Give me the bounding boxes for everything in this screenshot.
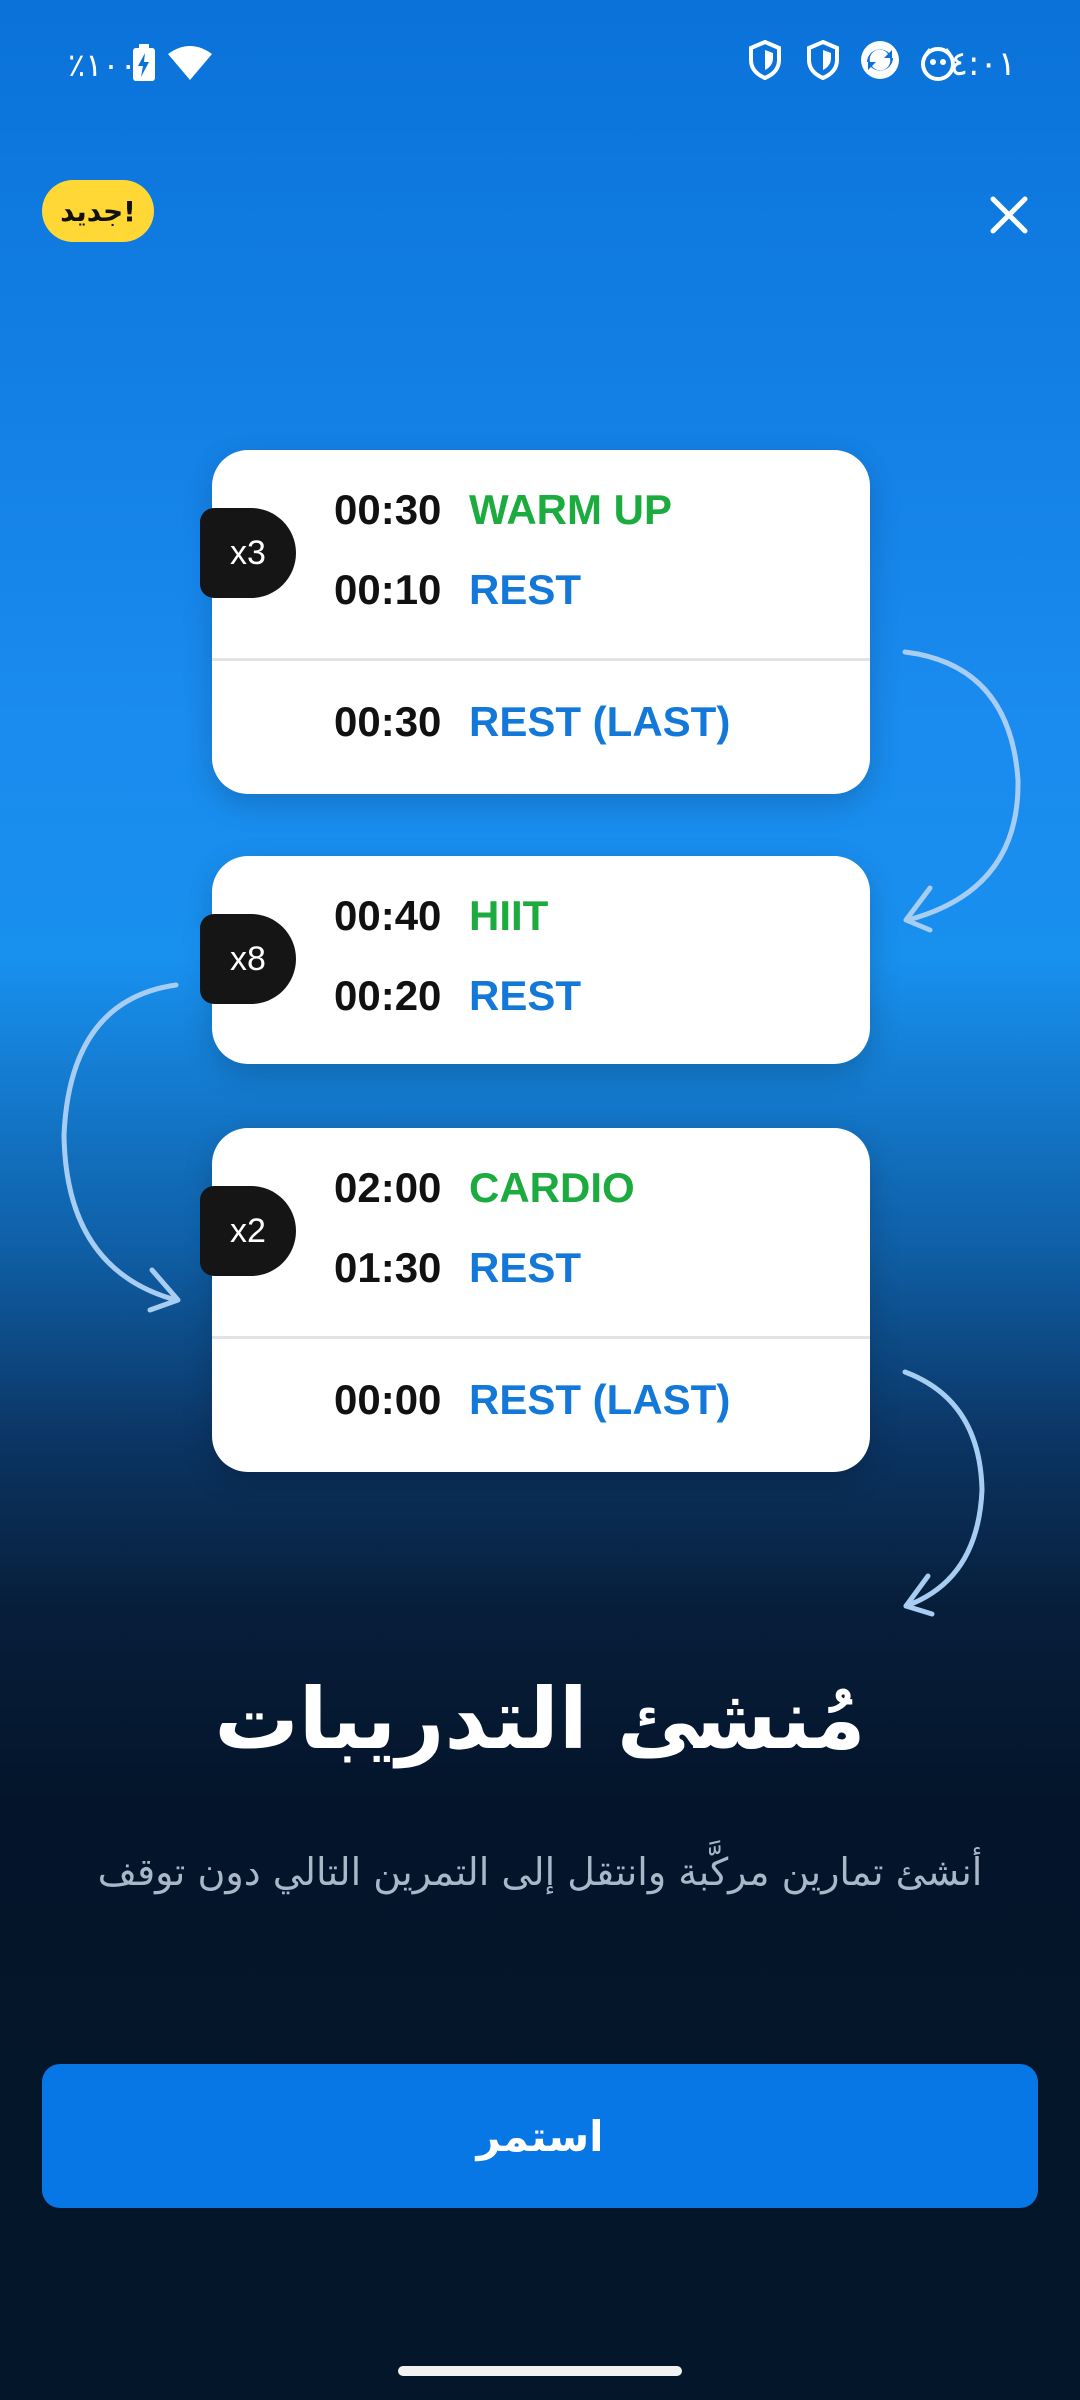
interval-label: CARDIO	[469, 1164, 635, 1211]
arrow-right-2	[902, 1369, 985, 1609]
interval-time: 00:30	[334, 486, 442, 533]
workout-block-card: 00:30 WARM UP 00:10 REST 00:30 REST (LAS…	[212, 450, 870, 794]
interval-label: REST (LAST)	[469, 1376, 731, 1423]
interval-label: REST	[469, 972, 582, 1019]
workout-block-card: 02:00 CARDIO 01:30 REST 00:00 REST (LAST…	[212, 1128, 870, 1472]
interval-row: 02:00 CARDIO	[334, 1164, 635, 1212]
interval-row-last: 00:00 REST (LAST)	[334, 1376, 730, 1424]
interval-label: REST	[469, 566, 582, 613]
interval-time: 02:00	[334, 1164, 442, 1211]
interval-label: REST	[469, 1244, 582, 1291]
repeat-badge: x2	[200, 1186, 296, 1276]
interval-time: 00:20	[334, 972, 442, 1019]
workout-block-card: 00:40 HIIT 00:20 REST	[212, 856, 870, 1064]
arrow-right-1	[902, 649, 1021, 923]
repeat-badge: x8	[200, 914, 296, 1004]
screen: ٪١٠٠ ٤:٠١ جديد! 00:30 WARM UP 00:10 REST…	[0, 0, 1080, 2400]
page-subtitle: أنشئ تمارين مركَّبة وانتقل إلى التمرين ا…	[97, 1850, 983, 1894]
arrow-left	[61, 982, 179, 1303]
interval-label: WARM UP	[469, 486, 672, 533]
interval-row: 00:40 HIIT	[334, 892, 548, 940]
interval-time: 00:00	[334, 1376, 442, 1423]
arrow-head-right-1	[903, 885, 933, 933]
interval-row: 00:20 REST	[334, 972, 581, 1020]
continue-button[interactable]: استمر	[42, 2064, 1038, 2208]
home-indicator[interactable]	[398, 2366, 682, 2376]
interval-row: 01:30 REST	[334, 1244, 581, 1292]
interval-label: REST (LAST)	[469, 698, 731, 745]
interval-time: 00:30	[334, 698, 442, 745]
interval-label: HIIT	[469, 892, 549, 939]
interval-row-last: 00:30 REST (LAST)	[334, 698, 730, 746]
interval-time: 00:40	[334, 892, 442, 939]
page-title: مُنشئ التدريبات	[214, 1670, 866, 1768]
interval-time: 01:30	[334, 1244, 442, 1291]
repeat-badge: x3	[200, 508, 296, 598]
interval-time: 00:10	[334, 566, 442, 613]
divider	[212, 658, 870, 661]
interval-row: 00:30 WARM UP	[334, 486, 672, 534]
interval-row: 00:10 REST	[334, 566, 581, 614]
divider	[212, 1336, 870, 1339]
